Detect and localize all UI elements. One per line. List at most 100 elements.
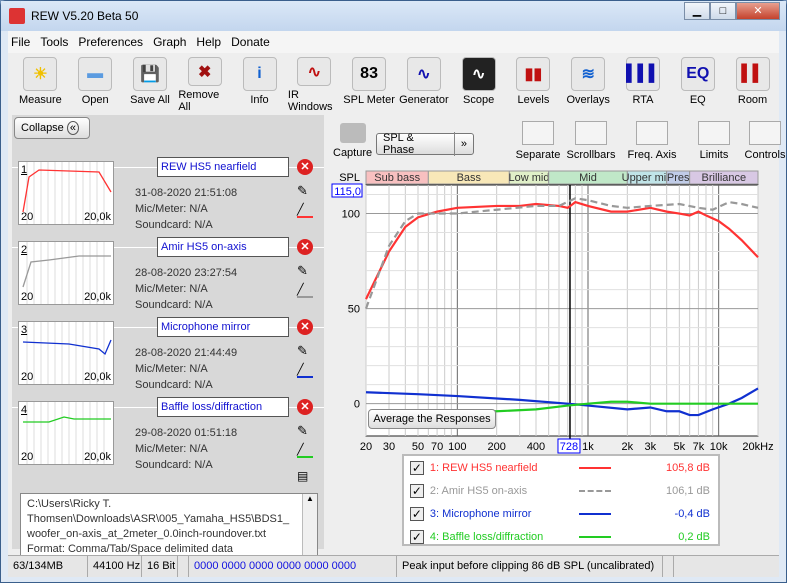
menu-graph[interactable]: Graph: [153, 35, 186, 49]
mic-meter: Mic/Meter: N/A: [135, 363, 208, 375]
graph-type-selector[interactable]: SPL & Phase»: [376, 132, 474, 156]
notes-icon[interactable]: ▤: [297, 469, 308, 483]
series-visible-checkbox[interactable]: ✓: [410, 484, 424, 498]
x-tick-label: 20kHz: [742, 441, 773, 453]
measurement-thumbnail[interactable]: 2 20 20,0k: [18, 241, 114, 305]
menu-preferences[interactable]: Preferences: [78, 35, 143, 49]
toolbar-eq-button[interactable]: EQ EQ: [671, 53, 724, 113]
measurement-card[interactable]: 1 20 20,0k REW HS5 nearfield ✕ ✎ ╱ 31-08…: [12, 137, 324, 231]
level-meters-status: 0000 0000 0000 0000 0000 0000: [189, 556, 397, 577]
toolbar-overlays-button[interactable]: ≋ Overlays: [562, 53, 615, 113]
band-mid: [548, 170, 628, 185]
toolbar-info-button[interactable]: i Info: [233, 53, 286, 113]
x-tick-label: 400: [527, 441, 545, 453]
series-visible-checkbox[interactable]: ✓: [410, 507, 424, 521]
save-measurement-icon[interactable]: ✎: [297, 263, 308, 279]
series-line-4: [457, 400, 758, 413]
measurement-card[interactable]: 2 20 20,0k Amir HS5 on-axis ✕ ✎ ╱ 28-08-…: [12, 217, 324, 311]
folder-icon: ▬: [78, 57, 113, 91]
band-label: Low mid: [509, 172, 550, 184]
memory-status: 63/134MB: [8, 556, 88, 577]
measurement-name-input[interactable]: Amir HS5 on-axis: [157, 237, 289, 257]
measurement-thumbnail[interactable]: 1 20 20,0k: [18, 161, 114, 225]
toolbar-save-all-button[interactable]: 💾 Save All: [124, 53, 177, 113]
toolbar-rta-button[interactable]: ▌▌▌ RTA: [617, 53, 670, 113]
menu-donate[interactable]: Donate: [231, 35, 270, 49]
legend-name: 3: Microphone mirror: [429, 508, 532, 520]
remove-measurement-icon[interactable]: ✕: [297, 319, 313, 335]
toolbar-room-button[interactable]: ▌▌ Room: [726, 53, 779, 113]
remove-measurement-icon[interactable]: ✕: [297, 159, 313, 175]
status-separator: [663, 556, 674, 577]
band-brilliance: [689, 170, 759, 185]
close-button[interactable]: ✕: [736, 2, 780, 20]
y-axis-label: SPL: [339, 172, 360, 184]
average-responses-button[interactable]: Average the Responses: [368, 409, 496, 429]
measurement-name-input[interactable]: REW HS5 nearfield: [157, 157, 289, 177]
x-tick-label: 200: [487, 441, 505, 453]
cursor-label: 728: [560, 441, 578, 453]
freq-axis-button[interactable]: Freq. Axis: [622, 121, 682, 161]
save-measurement-icon[interactable]: ✎: [297, 343, 308, 359]
info-icon: i: [242, 57, 277, 91]
x-tick-label: 10k: [710, 441, 728, 453]
measurement-date: 28-08-2020 21:44:49: [135, 347, 238, 359]
toolbar-label: EQ: [689, 94, 706, 106]
menu-tools[interactable]: Tools: [40, 35, 68, 49]
save-measurement-icon[interactable]: ✎: [297, 423, 308, 439]
x-tick-label: 100: [448, 441, 466, 453]
save-measurement-icon[interactable]: ✎: [297, 183, 308, 199]
remove-measurement-icon[interactable]: ✕: [297, 399, 313, 415]
measurement-name-input[interactable]: Baffle loss/diffraction: [157, 397, 289, 417]
measurement-date: 31-08-2020 21:51:08: [135, 187, 238, 199]
legend-value: 105,8 dB: [665, 462, 710, 474]
maximize-button[interactable]: □: [710, 2, 736, 20]
separate-icon: [522, 121, 554, 145]
band-upper-mid: [626, 170, 668, 185]
toolbar-label: Save All: [130, 94, 170, 106]
rta-icon: ▌▌▌: [625, 57, 660, 91]
collapse-button[interactable]: Collapse «: [14, 117, 90, 139]
tab-spl-phase[interactable]: SPL & Phase: [377, 132, 455, 156]
series-visible-checkbox[interactable]: ✓: [410, 530, 424, 544]
cursor-box: [557, 438, 581, 454]
limits-label: Limits: [699, 149, 729, 161]
capture-button[interactable]: Capture: [333, 123, 372, 159]
toolbar-generator-button[interactable]: ∿ Generator: [397, 53, 450, 113]
info-line: woofer_on-axis_at_2meter_0.0inch-roundov…: [27, 528, 267, 540]
toolbar-measure-button[interactable]: ☀ Measure: [14, 53, 67, 113]
toolbar-spl-meter-button[interactable]: 83 SPL Meter: [343, 53, 396, 113]
scrollbars-button[interactable]: Scrollbars: [561, 121, 621, 161]
line-color-icon[interactable]: ╱: [297, 443, 313, 458]
measure-icon: ☀: [23, 57, 58, 91]
menu-file[interactable]: File: [11, 35, 30, 49]
measurement-card[interactable]: 4 20 20,0k Baffle loss/diffraction ✕ ✎ ╱…: [12, 377, 324, 471]
measurement-thumbnail[interactable]: 4 20 20,0k: [18, 401, 114, 465]
toolbar-levels-button[interactable]: ▮▮ Levels: [507, 53, 560, 113]
toolbar-scope-button[interactable]: ∿ Scope: [452, 53, 505, 113]
controls-button[interactable]: Controls: [735, 121, 787, 161]
measurement-name-input[interactable]: Microphone mirror: [157, 317, 289, 337]
remove-measurement-icon[interactable]: ✕: [297, 239, 313, 255]
toolbar-ir-windows-button[interactable]: ∿ IR Windows: [288, 53, 341, 113]
minimize-button[interactable]: ▁: [684, 2, 710, 20]
controls-label: Controls: [744, 149, 786, 161]
menu-help[interactable]: Help: [196, 35, 221, 49]
toolbar-remove-all-button[interactable]: ✖ Remove All: [178, 53, 231, 113]
band-label: Mid: [579, 172, 597, 184]
series-visible-checkbox[interactable]: ✓: [410, 461, 424, 475]
separate-button[interactable]: Separate: [508, 121, 568, 161]
line-color-icon[interactable]: ╱: [297, 283, 313, 298]
y-top-box: [331, 183, 363, 198]
legend-entry: ✓ 1: REW HS5 nearfield 105,8 dB: [410, 458, 710, 478]
line-color-icon[interactable]: ╱: [297, 203, 313, 218]
measurement-thumbnail[interactable]: 3 20 20,0k: [18, 321, 114, 385]
measurement-card[interactable]: 3 20 20,0k Microphone mirror ✕ ✎ ╱ 28-08…: [12, 297, 324, 391]
line-color-icon[interactable]: ╱: [297, 363, 313, 378]
measurement-date: 28-08-2020 23:27:54: [135, 267, 238, 279]
more-graphs-button[interactable]: »: [455, 138, 473, 150]
controls-icon: [749, 121, 781, 145]
scrollbars-label: Scrollbars: [566, 149, 616, 161]
toolbar-open-button[interactable]: ▬ Open: [69, 53, 122, 113]
spl-meter-icon: 83: [352, 57, 387, 91]
